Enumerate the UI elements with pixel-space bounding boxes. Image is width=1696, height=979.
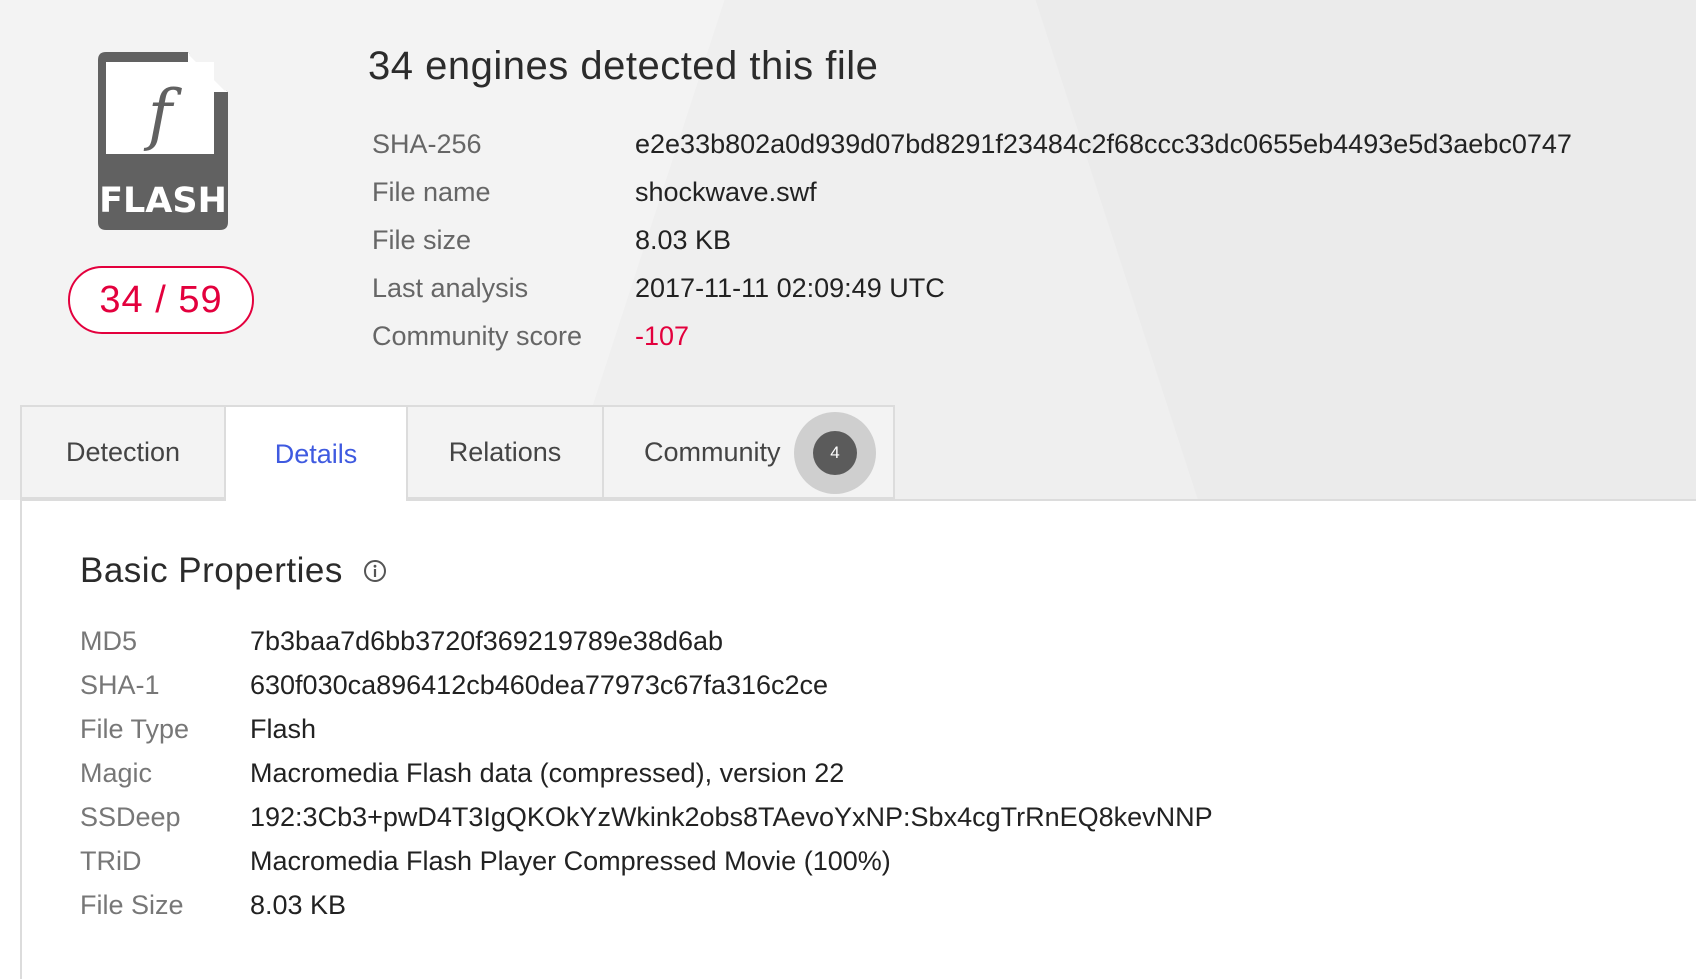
page-title: 34 engines detected this file xyxy=(368,44,879,88)
file-size-value: 8.03 KB xyxy=(635,224,732,255)
property-row-trid: TRiD Macromedia Flash Player Compressed … xyxy=(80,839,1213,883)
summary-row-last-analysis: Last analysis 2017-11-11 02:09:49 UTC xyxy=(372,264,1572,312)
tab-label: Detection xyxy=(65,436,181,467)
file-summary: SHA-256 e2e33b802a0d939d07bd8291f23484c2… xyxy=(372,120,1572,360)
tab-details[interactable]: Details xyxy=(224,405,406,501)
tab-label: Relations xyxy=(448,436,562,467)
property-label: SSDeep xyxy=(80,801,181,832)
info-icon[interactable] xyxy=(363,559,387,583)
detection-score: 34 / 59 xyxy=(99,278,223,321)
details-panel: Basic Properties MD5 7b3baa7d6bb3720f369… xyxy=(20,499,1696,979)
basic-properties-list: MD5 7b3baa7d6bb3720f369219789e38d6ab SHA… xyxy=(80,619,1213,927)
last-analysis-value: 2017-11-11 02:09:49 UTC xyxy=(635,272,945,303)
tab-bar: Detection Details Relations Community 4 xyxy=(20,405,895,501)
tab-label: Community xyxy=(644,436,781,467)
section-title: Basic Properties xyxy=(80,551,387,591)
summary-label: File size xyxy=(372,224,472,255)
detection-score-badge: 34 / 59 xyxy=(68,266,254,334)
file-name-value: shockwave.swf xyxy=(635,176,817,207)
md5-value: 7b3baa7d6bb3720f369219789e38d6ab xyxy=(250,625,724,656)
flash-file-icon: f FLASH xyxy=(98,52,228,230)
property-label: File Size xyxy=(80,889,184,920)
summary-row-file-name: File name shockwave.swf xyxy=(372,168,1572,216)
summary-label: File name xyxy=(372,176,491,207)
summary-label: Last analysis xyxy=(372,272,529,303)
sha1-value: 630f030ca896412cb460dea77973c67fa316c2ce xyxy=(250,669,829,700)
magic-value: Macromedia Flash data (compressed), vers… xyxy=(250,757,845,788)
tab-relations[interactable]: Relations xyxy=(406,405,602,499)
summary-label: SHA-256 xyxy=(372,128,482,159)
community-badge-halo: 4 xyxy=(794,412,876,494)
svg-text:FLASH: FLASH xyxy=(99,181,227,221)
tab-label: Details xyxy=(274,438,358,469)
property-row-magic: Magic Macromedia Flash data (compressed)… xyxy=(80,751,1213,795)
summary-row-community-score: Community score -107 xyxy=(372,312,1572,360)
sha256-value: e2e33b802a0d939d07bd8291f23484c2f68ccc33… xyxy=(635,128,1572,159)
property-label: File Type xyxy=(80,713,190,744)
property-label: TRiD xyxy=(80,845,142,876)
community-count-badge: 4 xyxy=(813,431,857,475)
ssdeep-value: 192:3Cb3+pwD4T3IgQKOkYzWkink2obs8TAevoYx… xyxy=(250,801,1213,832)
property-row-sha1: SHA-1 630f030ca896412cb460dea77973c67fa3… xyxy=(80,663,1213,707)
summary-row-sha256: SHA-256 e2e33b802a0d939d07bd8291f23484c2… xyxy=(372,120,1572,168)
summary-label: Community score xyxy=(372,320,583,351)
property-row-file-type: File Type Flash xyxy=(80,707,1213,751)
property-label: SHA-1 xyxy=(80,669,160,700)
file-type-value: Flash xyxy=(250,713,317,744)
property-row-ssdeep: SSDeep 192:3Cb3+pwD4T3IgQKOkYzWkink2obs8… xyxy=(80,795,1213,839)
community-score-value: -107 xyxy=(635,320,690,351)
file-size-value: 8.03 KB xyxy=(250,889,347,920)
summary-row-file-size: File size 8.03 KB xyxy=(372,216,1572,264)
trid-value: Macromedia Flash Player Compressed Movie… xyxy=(250,845,891,876)
property-label: MD5 xyxy=(80,625,138,656)
property-row-file-size: File Size 8.03 KB xyxy=(80,883,1213,927)
property-label: Magic xyxy=(80,757,153,788)
property-row-md5: MD5 7b3baa7d6bb3720f369219789e38d6ab xyxy=(80,619,1213,663)
tab-community[interactable]: Community 4 xyxy=(602,405,895,499)
section-title-text: Basic Properties xyxy=(80,551,343,590)
tab-detection[interactable]: Detection xyxy=(20,405,224,499)
